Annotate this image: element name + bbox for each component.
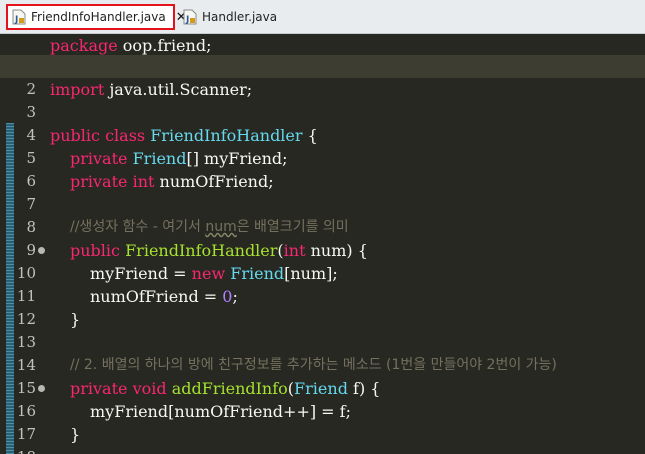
keyword: new xyxy=(191,264,226,283)
code-editor[interactable]: 1 package oop.friend; 2 3 import java.ut… xyxy=(0,34,645,454)
code-line: 11 myFriend = new Friend[num]; xyxy=(0,262,645,305)
code-line: 10 public FriendInfoHandler(int num) { xyxy=(0,239,645,282)
code-line: 8 xyxy=(0,193,645,236)
code-text: [] myFriend; xyxy=(186,149,288,168)
code-text: { xyxy=(302,126,318,145)
code-line: 13 } xyxy=(0,308,645,351)
class-name: FriendInfoHandler xyxy=(150,126,303,145)
function-name: addFriendInfo xyxy=(171,379,288,398)
comment-text: 은 배열크기를 의미 xyxy=(236,219,349,235)
tab-friendinfohandler[interactable]: J FriendInfoHandler.java ✕ xyxy=(6,4,187,30)
code-line: 14 xyxy=(0,331,645,374)
editor-tab-bar: J FriendInfoHandler.java ✕ J Handler.jav… xyxy=(0,0,645,34)
code-line: 17 myFriend[numOfFriend++] = f; xyxy=(0,400,645,443)
type-name: Friend xyxy=(230,264,285,283)
code-line: 7 private int numOfFriend; xyxy=(0,170,645,213)
type-name: Friend xyxy=(132,149,187,168)
code-line: 5 public class FriendInfoHandler { xyxy=(0,124,645,167)
code-line: 4 xyxy=(0,101,645,144)
type-name: Friend xyxy=(294,379,348,398)
code-line: 9 //생성자 함수 - 여기서 num은 배열크기를 의미 xyxy=(0,216,645,259)
fold-toggle-icon[interactable] xyxy=(38,385,45,392)
java-file-icon: J xyxy=(183,9,197,25)
keyword: private int xyxy=(70,172,155,191)
code-text: f) { xyxy=(347,379,381,398)
code-line: 3 import java.util.Scanner; xyxy=(0,78,645,121)
keyword: private xyxy=(70,149,128,168)
keyword: package xyxy=(50,36,118,55)
comment-text: num xyxy=(205,219,237,235)
tab-label: Handler.java xyxy=(202,10,278,24)
code-text: numOfFriend; xyxy=(154,172,274,191)
fold-toggle-icon[interactable] xyxy=(38,247,45,254)
number-literal: 0 xyxy=(222,287,233,306)
code-line: 15 // 2. 배열의 하나의 방에 친구정보를 추가하는 메소드 (1번을 … xyxy=(0,354,645,397)
keyword: import xyxy=(50,80,105,99)
keyword: int xyxy=(283,241,306,260)
code-text: myFriend[numOfFriend++] = f; xyxy=(90,402,351,421)
code-line: 6 private Friend[] myFriend; xyxy=(0,147,645,190)
code-line-current: 2 xyxy=(0,55,645,98)
java-file-icon: J xyxy=(12,9,26,25)
code-text: } xyxy=(70,310,81,329)
keyword: private void xyxy=(70,379,167,398)
tab-handler[interactable]: J Handler.java xyxy=(179,4,278,30)
keyword: public xyxy=(70,241,120,260)
code-text: } xyxy=(70,425,81,444)
code-text: numOfFriend = xyxy=(90,287,223,306)
ide-window: J FriendInfoHandler.java ✕ J Handler.jav… xyxy=(0,0,645,454)
code-line: 1 package oop.friend; xyxy=(0,34,645,77)
line-number: 18 xyxy=(14,446,36,454)
code-line: 16 private void addFriendInfo(Friend f) … xyxy=(0,377,645,420)
code-line: 12 numOfFriend = 0; xyxy=(0,285,645,328)
code-text: [num]; xyxy=(284,264,338,283)
function-name: FriendInfoHandler xyxy=(125,241,278,260)
code-text: num) { xyxy=(305,241,368,260)
comment-text: // 2. 배열의 하나의 방에 친구정보를 추가하는 메소드 (1번을 만들어… xyxy=(70,357,557,373)
code-line: 18 } xyxy=(0,423,645,454)
svg-text:J: J xyxy=(185,15,189,25)
tab-label: FriendInfoHandler.java xyxy=(31,10,166,24)
code-text: oop.friend; xyxy=(117,36,212,55)
code-text: myFriend = xyxy=(90,264,192,283)
code-text: ; xyxy=(232,287,238,306)
comment-text: //생성자 함수 - 여기서 xyxy=(70,219,206,235)
svg-text:J: J xyxy=(14,15,18,25)
code-text: java.util.Scanner; xyxy=(104,80,253,99)
keyword: public class xyxy=(50,126,146,145)
